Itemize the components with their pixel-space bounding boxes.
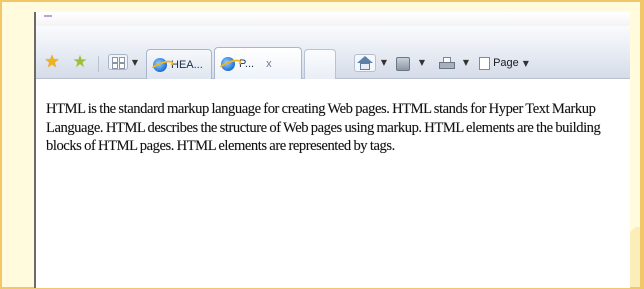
print-dropdown[interactable]: ▼ [461, 56, 471, 68]
close-icon[interactable]: x [266, 58, 272, 70]
add-to-favorites-icon: ★ [72, 52, 88, 72]
add-to-favorites-button[interactable]: ★ [70, 52, 90, 72]
quick-tabs-button[interactable] [108, 54, 128, 70]
home-icon [357, 56, 373, 70]
print-icon-body [439, 62, 455, 69]
home-button[interactable] [354, 54, 376, 72]
quick-tabs-grid-icon [112, 63, 118, 69]
chevron-down-icon: ▼ [380, 57, 388, 67]
feeds-icon [396, 57, 410, 71]
feeds-button[interactable] [394, 55, 412, 73]
page-menu-button[interactable]: Page ▼ [474, 54, 534, 72]
home-dropdown[interactable]: ▼ [379, 56, 389, 68]
browser-screenshot: ★ ★ ▼ HEA... P... x ▼ ▼ ▼ Page ▼ HTML is… [34, 12, 630, 288]
internet-explorer-icon [153, 57, 167, 72]
tab-list-dropdown[interactable]: ▼ [130, 56, 140, 68]
favorites-button[interactable]: ★ [42, 52, 62, 72]
page-frame: ★ ★ ▼ HEA... P... x ▼ ▼ ▼ Page ▼ HTML is… [0, 0, 644, 289]
feeds-dropdown[interactable]: ▼ [417, 56, 427, 68]
chevron-down-icon: ▼ [462, 57, 470, 67]
tab-label: P... [239, 57, 255, 70]
tab-p-active[interactable]: P... x [214, 47, 302, 79]
page-content-text: HTML is the standard markup language for… [46, 101, 601, 155]
quick-tabs-grid-icon [119, 63, 125, 69]
title-strip [36, 12, 630, 26]
tab-hea[interactable]: HEA... [146, 49, 212, 79]
browser-toolbar: ★ ★ ▼ HEA... P... x ▼ ▼ ▼ Page ▼ [36, 26, 630, 79]
print-button[interactable] [436, 55, 458, 73]
toolbar-divider [98, 56, 99, 72]
print-icon [438, 57, 456, 71]
page-menu-label: Page [493, 57, 519, 69]
chevron-down-icon: ▼ [131, 57, 139, 67]
internet-explorer-icon [221, 56, 235, 71]
home-icon-base [360, 63, 370, 70]
page-icon [479, 56, 491, 70]
tab-label: HEA... [171, 58, 203, 71]
new-tab-button[interactable] [304, 49, 336, 79]
home-icon-roof [357, 56, 373, 63]
chevron-down-icon: ▼ [522, 58, 529, 68]
chevron-down-icon: ▼ [418, 57, 426, 67]
favorites-star-icon: ★ [44, 52, 60, 72]
title-strip-mark [44, 15, 52, 17]
